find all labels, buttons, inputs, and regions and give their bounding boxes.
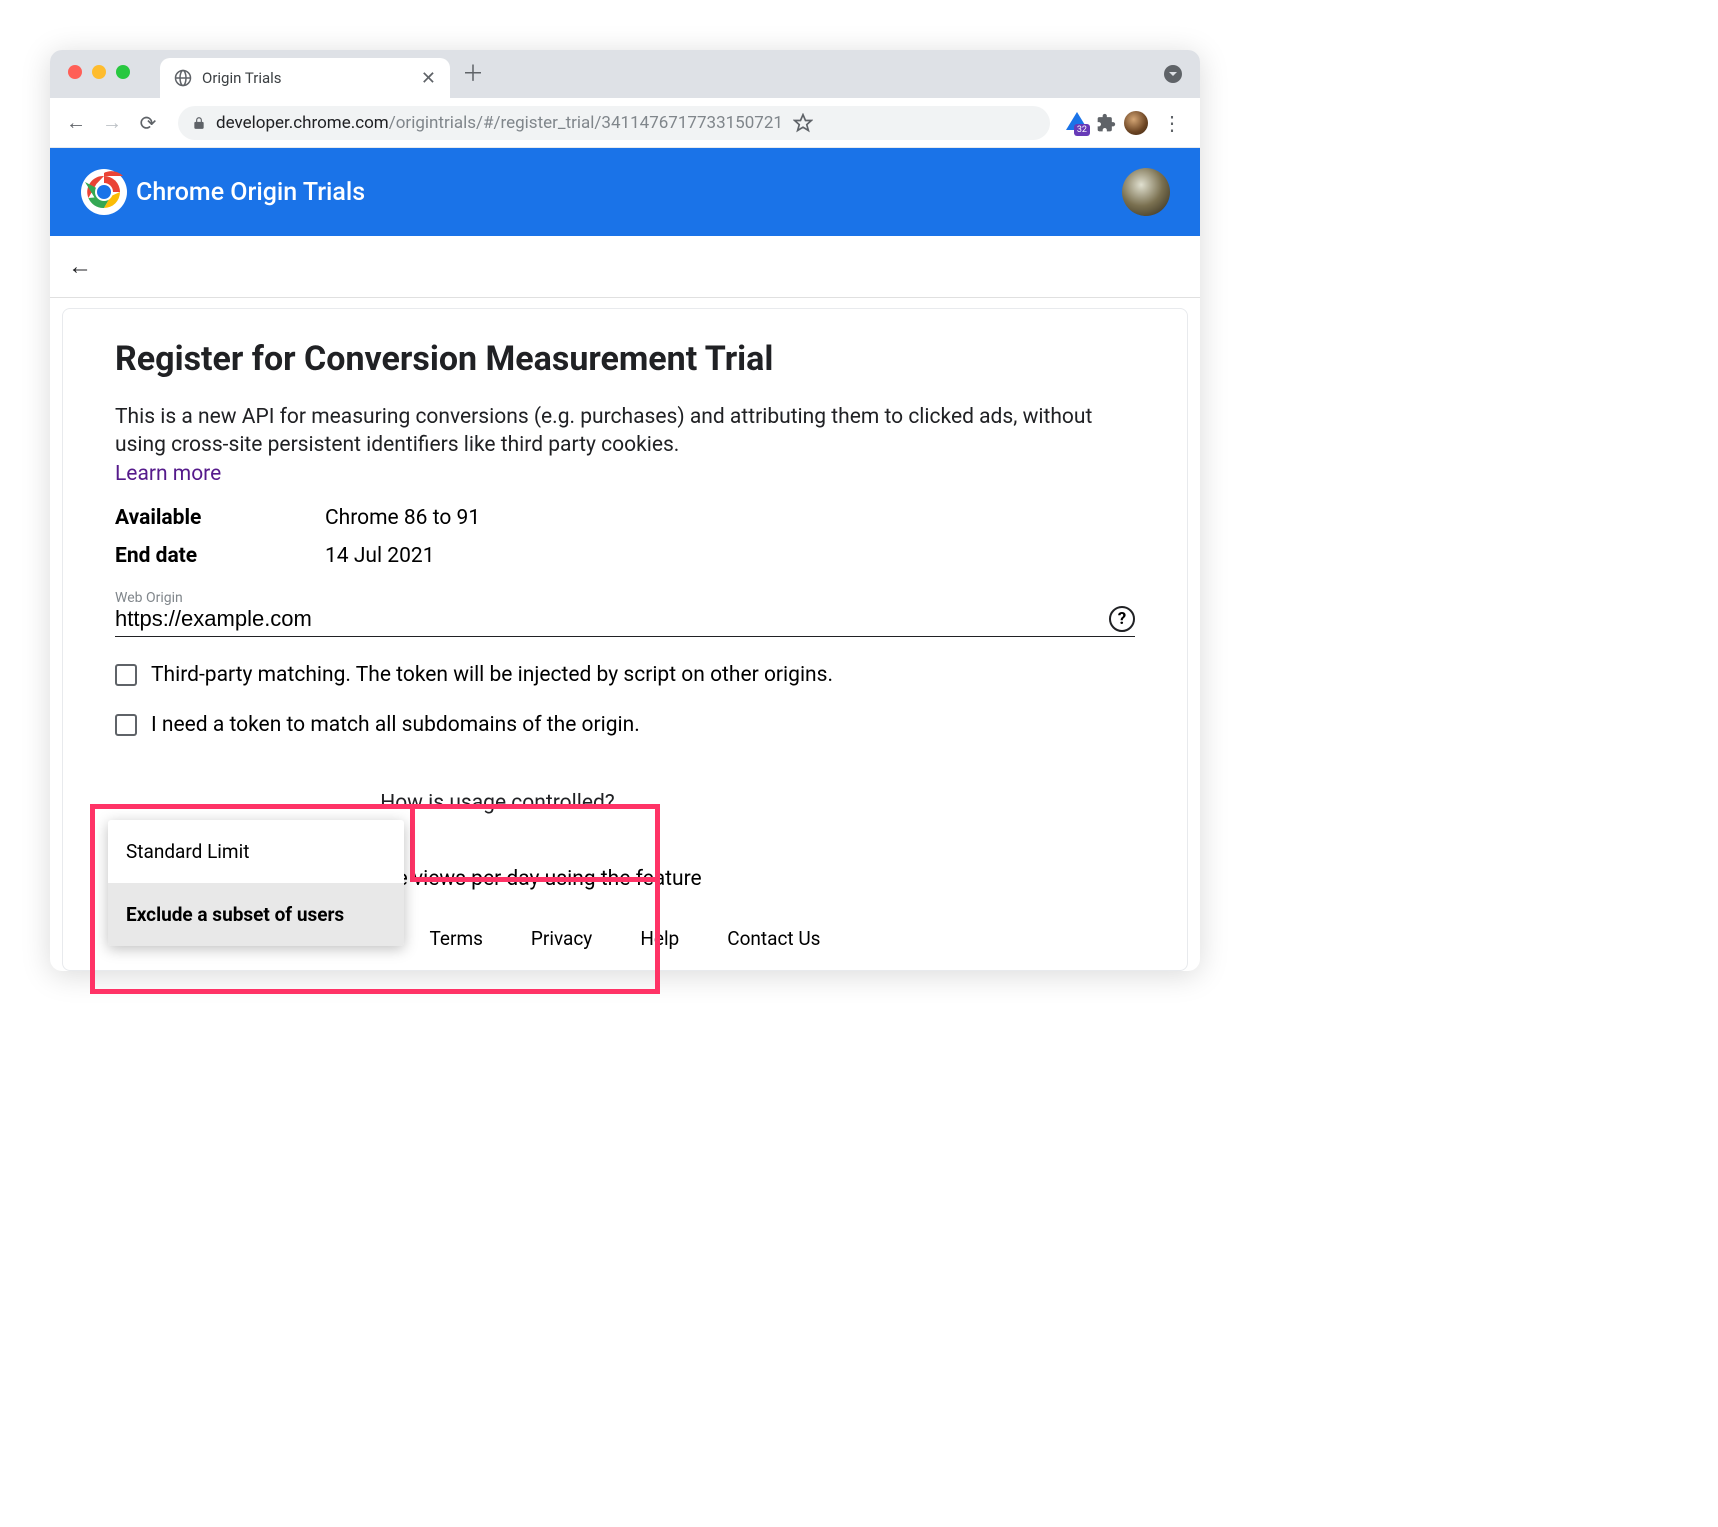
- usage-sub-text: Page views per day using the feature: [360, 867, 701, 891]
- subdomain-checkbox-row: I need a token to match all subdomains o…: [115, 713, 1135, 737]
- dropdown-option-standard[interactable]: Standard Limit: [108, 820, 404, 883]
- window-minimize-button[interactable]: [92, 65, 106, 79]
- app-header: Chrome Origin Trials: [50, 148, 1200, 236]
- window-close-button[interactable]: [68, 65, 82, 79]
- traffic-lights: [68, 65, 130, 79]
- chrome-logo-icon: [80, 168, 128, 216]
- titlebar: Origin Trials ✕ ＋: [50, 50, 1200, 98]
- profile-avatar-small[interactable]: [1124, 111, 1148, 135]
- third-party-checkbox[interactable]: [115, 664, 137, 686]
- footer-help-link[interactable]: Help: [640, 927, 679, 950]
- tab-title: Origin Trials: [202, 69, 411, 87]
- available-label: Available: [115, 506, 325, 530]
- footer-contact-link[interactable]: Contact Us: [727, 927, 820, 950]
- reload-button[interactable]: ⟳: [134, 111, 162, 135]
- browser-menu-button[interactable]: ⋮: [1156, 111, 1188, 135]
- available-value: Chrome 86 to 91: [325, 506, 480, 530]
- enddate-value: 14 Jul 2021: [325, 544, 435, 568]
- usage-row: How is usage controlled?: [115, 791, 1135, 815]
- subdomain-checkbox[interactable]: [115, 714, 137, 736]
- web-origin-field: Web Origin ?: [115, 590, 1135, 637]
- profile-avatar-large[interactable]: [1122, 168, 1170, 216]
- divider: [50, 297, 1200, 298]
- bookmark-star-icon[interactable]: [793, 113, 813, 133]
- browser-tab[interactable]: Origin Trials ✕: [160, 58, 450, 98]
- lock-icon: [192, 116, 206, 130]
- third-party-checkbox-row: Third-party matching. The token will be …: [115, 663, 1135, 687]
- globe-icon: [174, 69, 192, 87]
- address-bar[interactable]: developer.chrome.com/origintrials/#/regi…: [178, 106, 1050, 140]
- enddate-label: End date: [115, 544, 325, 568]
- nav-forward-button[interactable]: →: [98, 110, 126, 135]
- help-icon[interactable]: ?: [1109, 606, 1135, 632]
- footer-privacy-link[interactable]: Privacy: [531, 927, 592, 950]
- extensions-puzzle-icon[interactable]: [1096, 113, 1116, 133]
- extension-icon[interactable]: 32: [1066, 112, 1088, 134]
- learn-more-link[interactable]: Learn more: [115, 462, 221, 486]
- back-row: ←: [50, 236, 1200, 297]
- browser-toolbar: ← → ⟳ developer.chrome.com/origintrials/…: [50, 98, 1200, 148]
- browser-window: Origin Trials ✕ ＋ ← → ⟳ developer.chrome…: [50, 50, 1200, 971]
- extension-badge: 32: [1074, 124, 1090, 136]
- url-text: developer.chrome.com/origintrials/#/regi…: [216, 113, 783, 133]
- web-origin-label: Web Origin: [115, 590, 1135, 606]
- usage-controlled-link[interactable]: How is usage controlled?: [380, 791, 615, 815]
- app-title: Chrome Origin Trials: [136, 178, 365, 207]
- third-party-label: Third-party matching. The token will be …: [151, 663, 833, 687]
- tab-close-icon[interactable]: ✕: [421, 68, 436, 89]
- page-back-button[interactable]: ←: [68, 252, 92, 280]
- page-description: This is a new API for measuring conversi…: [115, 403, 1135, 460]
- footer-terms-link[interactable]: Terms: [430, 927, 483, 950]
- usage-restriction-dropdown[interactable]: Standard Limit Exclude a subset of users: [108, 820, 404, 946]
- chevron-down-icon: [1164, 65, 1182, 83]
- dropdown-option-exclude[interactable]: Exclude a subset of users: [108, 883, 404, 946]
- tabs-dropdown-button[interactable]: [1164, 65, 1182, 83]
- app-brand[interactable]: Chrome Origin Trials: [80, 168, 365, 216]
- available-row: Available Chrome 86 to 91: [115, 506, 1135, 530]
- new-tab-button[interactable]: ＋: [462, 56, 484, 88]
- web-origin-input[interactable]: [115, 606, 1109, 632]
- nav-back-button[interactable]: ←: [62, 110, 90, 135]
- window-maximize-button[interactable]: [116, 65, 130, 79]
- subdomain-label: I need a token to match all subdomains o…: [151, 713, 640, 737]
- enddate-row: End date 14 Jul 2021: [115, 544, 1135, 568]
- page-heading: Register for Conversion Measurement Tria…: [115, 339, 1135, 379]
